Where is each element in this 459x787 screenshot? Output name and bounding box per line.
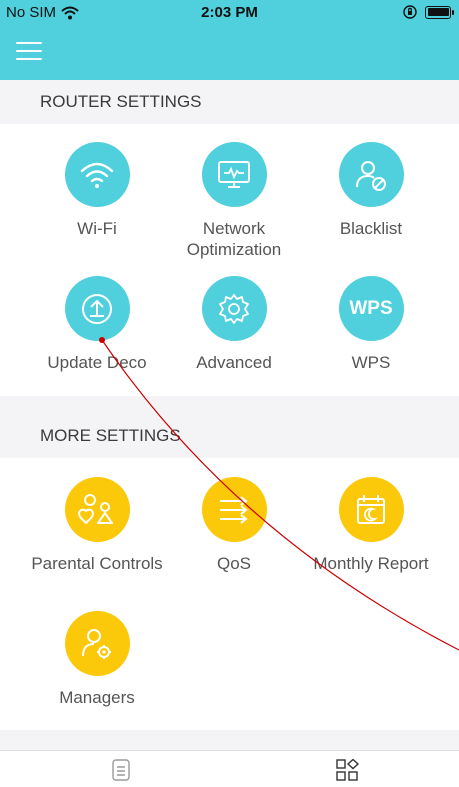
arrows-right-icon xyxy=(201,477,267,542)
qos-tile[interactable]: QoS xyxy=(160,477,308,574)
wifi-tile[interactable]: Wi-Fi xyxy=(23,142,171,239)
managers-tile[interactable]: Managers xyxy=(23,611,171,708)
gear-icon xyxy=(201,276,267,341)
network-optimization-tile[interactable]: Network Optimization xyxy=(160,142,308,260)
advanced-label: Advanced xyxy=(196,353,272,372)
wps-tile[interactable]: WPS WPS xyxy=(297,276,445,373)
bottom-tab-bar xyxy=(0,750,459,787)
managers-label: Managers xyxy=(59,688,135,707)
list-document-icon[interactable] xyxy=(112,759,130,786)
wps-icon-text: WPS xyxy=(349,297,393,319)
parental-controls-label: Parental Controls xyxy=(31,554,163,573)
blacklist-tile[interactable]: Blacklist xyxy=(297,142,445,239)
update-deco-tile[interactable]: Update Deco xyxy=(23,276,171,373)
battery-icon xyxy=(425,5,454,19)
advanced-tile[interactable]: Advanced xyxy=(160,276,308,373)
wifi-icon xyxy=(64,142,130,207)
monthly-report-label: Monthly Report xyxy=(313,554,429,573)
calendar-moon-icon xyxy=(338,477,404,542)
upload-circle-icon xyxy=(64,276,130,341)
user-gear-icon xyxy=(64,611,130,676)
orientation-lock-icon xyxy=(403,5,417,19)
router-settings-header: ROUTER SETTINGS xyxy=(0,80,459,124)
monitor-pulse-icon xyxy=(201,142,267,207)
family-heart-icon xyxy=(64,477,130,542)
apps-grid-icon[interactable] xyxy=(336,758,360,787)
user-blocked-icon xyxy=(338,142,404,207)
blacklist-label: Blacklist xyxy=(339,219,403,238)
qos-label: QoS xyxy=(216,554,252,573)
update-deco-label: Update Deco xyxy=(47,353,147,372)
more-settings-header: MORE SETTINGS xyxy=(0,414,459,458)
monthly-report-tile[interactable]: Monthly Report xyxy=(297,477,445,574)
wps-icon: WPS xyxy=(338,276,404,341)
status-bar: No SIM 2:03 PM xyxy=(0,0,459,26)
wifi-label: Wi-Fi xyxy=(77,219,117,238)
top-bar: No SIM 2:03 PM xyxy=(0,0,459,88)
router-settings-panel: Wi-Fi Network Optimization Blacklist Upd… xyxy=(0,124,459,396)
hamburger-menu-icon[interactable] xyxy=(16,42,42,62)
network-optimization-label: Network Optimization xyxy=(186,219,282,259)
status-time: 2:03 PM xyxy=(201,4,258,21)
wps-label: WPS xyxy=(351,353,391,372)
parental-controls-tile[interactable]: Parental Controls xyxy=(23,477,171,574)
more-settings-panel: Parental Controls QoS Monthly Report Man… xyxy=(0,458,459,730)
